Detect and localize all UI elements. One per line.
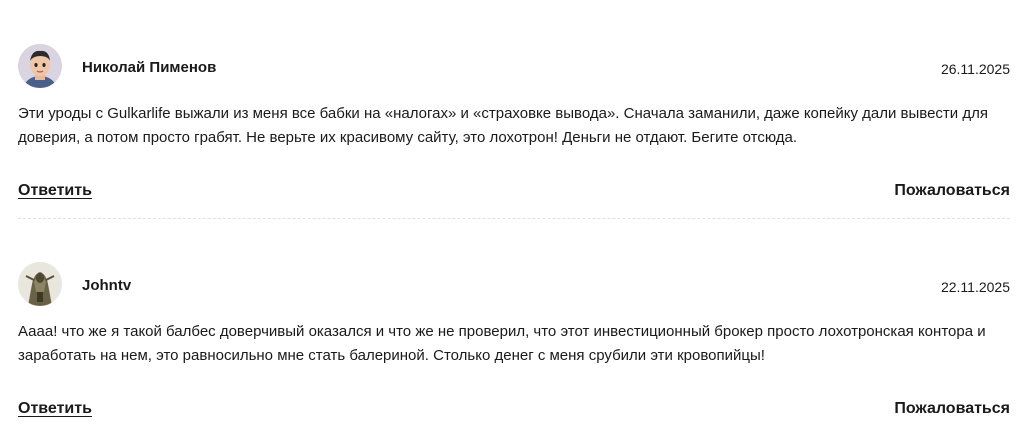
comment-date: 26.11.2025 bbox=[940, 61, 1010, 77]
reply-link[interactable]: Ответить bbox=[18, 399, 92, 419]
comment-text: Аааа! что же я такой балбес доверчивый о… bbox=[18, 323, 986, 364]
report-link[interactable]: Пожаловаться bbox=[894, 399, 1010, 419]
comment-item: Johntv 22.11.2025 Аааа! что же я такой б… bbox=[18, 218, 1010, 437]
user-avatar-photo-icon bbox=[18, 262, 62, 306]
report-link[interactable]: Пожаловаться bbox=[894, 181, 1010, 201]
reply-link[interactable]: Ответить bbox=[18, 181, 92, 201]
comment-text: Эти уроды с Gulkarlife выжали из меня вс… bbox=[18, 105, 988, 146]
comment-author: Johntv bbox=[82, 277, 132, 294]
comment-author: Николай Пименов bbox=[82, 59, 217, 76]
avatar bbox=[18, 44, 62, 88]
comments-list: Николай Пименов 26.11.2025 Эти уроды с G… bbox=[18, 0, 1010, 437]
comment-date: 22.11.2025 bbox=[940, 279, 1010, 295]
comment-item: Николай Пименов 26.11.2025 Эти уроды с G… bbox=[18, 0, 1010, 218]
avatar bbox=[18, 262, 62, 306]
user-avatar-cartoon-icon bbox=[18, 44, 62, 88]
